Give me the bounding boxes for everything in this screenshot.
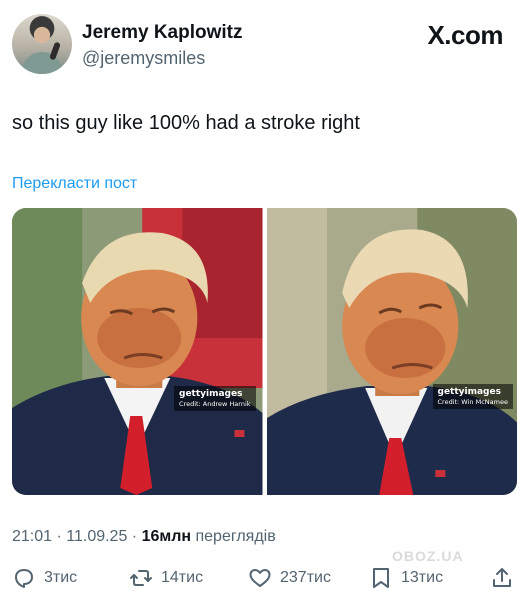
like-count: 237тис — [280, 569, 331, 586]
tweet-meta: 21:01 · 11.09.25 · 16млн переглядів — [12, 528, 276, 546]
like-button[interactable]: 237тис — [248, 566, 331, 590]
share-button[interactable] — [490, 566, 514, 590]
action-bar: 3тис 14тис 237тис 13тис — [12, 566, 517, 596]
tweet-header: Jeremy Kaplowitz @jeremysmiles X.com — [12, 14, 517, 76]
bookmark-button[interactable]: 13тис — [369, 566, 443, 590]
share-icon — [493, 568, 511, 587]
reply-button[interactable]: 3тис — [12, 566, 77, 590]
photo-1-image — [12, 208, 263, 495]
user-display-name[interactable]: Jeremy Kaplowitz — [82, 22, 243, 44]
translate-post-link[interactable]: Перекласти пост — [12, 175, 137, 193]
photo-grid: gettyimages Credit: Andrew Harnik gettyi… — [12, 208, 517, 495]
photo-credit: Credit: Win McNamee — [437, 398, 508, 406]
reply-icon — [15, 569, 33, 588]
views-count: 16млн — [141, 528, 192, 545]
photo-2[interactable]: gettyimages Credit: Win McNamee — [266, 208, 517, 495]
getty-credit-badge: gettyimages Credit: Andrew Harnik — [174, 386, 256, 411]
bookmark-icon — [373, 568, 389, 588]
tweet-text: so this guy like 100% had a stroke right — [12, 112, 360, 134]
bookmark-count: 13тис — [401, 569, 444, 586]
reply-count: 3тис — [44, 569, 78, 586]
repost-button[interactable]: 14тис — [129, 566, 203, 590]
getty-logo: gettyimages — [437, 387, 501, 397]
photo-2-image — [266, 208, 517, 495]
views-label: переглядів — [191, 528, 276, 545]
repost-icon — [130, 570, 152, 586]
avatar-microphone — [49, 41, 61, 61]
photo-credit: Credit: Andrew Harnik — [179, 400, 251, 408]
like-icon — [249, 569, 271, 587]
brand-logo: X.com — [427, 20, 503, 50]
repost-count: 14тис — [161, 569, 204, 586]
getty-credit-badge: gettyimages Credit: Win McNamee — [432, 384, 513, 409]
photo-1[interactable]: gettyimages Credit: Andrew Harnik — [12, 208, 263, 495]
user-handle[interactable]: @jeremysmiles — [82, 48, 205, 69]
tweet-timestamp[interactable]: 21:01 · 11.09.25 · — [12, 528, 142, 545]
avatar[interactable] — [12, 14, 72, 74]
getty-logo: gettyimages — [179, 389, 243, 399]
